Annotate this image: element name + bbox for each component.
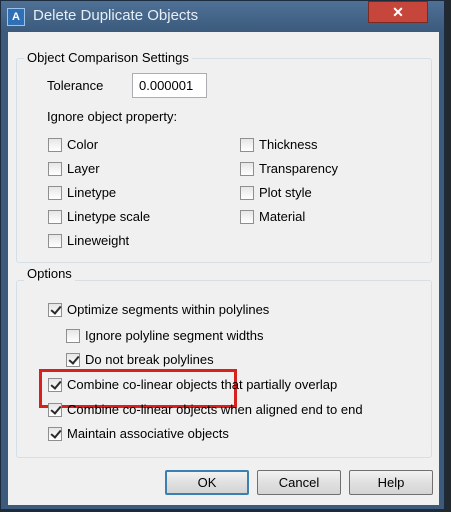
- checkbox-linetype-box[interactable]: [48, 186, 62, 200]
- checkbox-plot-style-box[interactable]: [240, 186, 254, 200]
- checkbox-material-label: Material: [259, 209, 306, 224]
- checkbox-combine-partial-overlap-label: Combine co-linear objects that partially…: [67, 377, 338, 392]
- checkbox-maintain-associative-label: Maintain associative objects: [67, 426, 229, 441]
- checkbox-plot-style-label: Plot style: [259, 185, 312, 200]
- checkbox-do-not-break-polylines-box[interactable]: [66, 353, 80, 367]
- checkbox-combine-end-to-end-label: Combine co-linear objects when aligned e…: [67, 402, 363, 417]
- checkbox-ignore-segment-widths-box[interactable]: [66, 329, 80, 343]
- close-button[interactable]: ✕: [368, 1, 428, 23]
- checkbox-combine-end-to-end-box[interactable]: [48, 403, 62, 417]
- checkbox-optimize-segments-box[interactable]: [48, 303, 62, 317]
- checkbox-lineweight-label: Lineweight: [67, 233, 130, 248]
- checkbox-combine-partial-overlap-box[interactable]: [48, 378, 62, 392]
- tolerance-input[interactable]: [132, 73, 207, 98]
- dialog-title: Delete Duplicate Objects: [33, 7, 199, 24]
- checkbox-do-not-break-polylines-label: Do not break polylines: [85, 352, 214, 367]
- checkbox-material-box[interactable]: [240, 210, 254, 224]
- checkbox-color-label: Color: [67, 137, 99, 152]
- checkbox-maintain-associative-box[interactable]: [48, 427, 62, 441]
- checkbox-layer-box[interactable]: [48, 162, 62, 176]
- autocad-app-icon: A: [7, 8, 25, 26]
- ok-button[interactable]: OK: [165, 470, 249, 495]
- help-button[interactable]: Help: [349, 470, 433, 495]
- checkbox-linetype-scale-label: Linetype scale: [67, 209, 151, 224]
- checkbox-lineweight-box[interactable]: [48, 234, 62, 248]
- object-comparison-group-title: Object Comparison Settings: [24, 50, 192, 65]
- dialog-window: A Delete Duplicate Objects ✕ Object Comp…: [0, 0, 445, 510]
- checkbox-color-box[interactable]: [48, 138, 62, 152]
- checkbox-linetype-label: Linetype: [67, 185, 117, 200]
- options-group-title: Options: [24, 266, 75, 281]
- checkbox-transparency-box[interactable]: [240, 162, 254, 176]
- checkbox-thickness-box[interactable]: [240, 138, 254, 152]
- checkbox-optimize-segments-label: Optimize segments within polylines: [67, 302, 270, 317]
- ignore-property-label: Ignore object property:: [47, 109, 178, 124]
- tolerance-label: Tolerance: [47, 78, 104, 93]
- checkbox-thickness-label: Thickness: [259, 137, 318, 152]
- checkbox-linetype-scale-box[interactable]: [48, 210, 62, 224]
- checkbox-transparency-label: Transparency: [259, 161, 338, 176]
- dialog-body: Object Comparison Settings Tolerance Ign…: [8, 32, 439, 505]
- cancel-button[interactable]: Cancel: [257, 470, 341, 495]
- checkbox-layer-label: Layer: [67, 161, 100, 176]
- checkbox-ignore-segment-widths-label: Ignore polyline segment widths: [85, 328, 264, 343]
